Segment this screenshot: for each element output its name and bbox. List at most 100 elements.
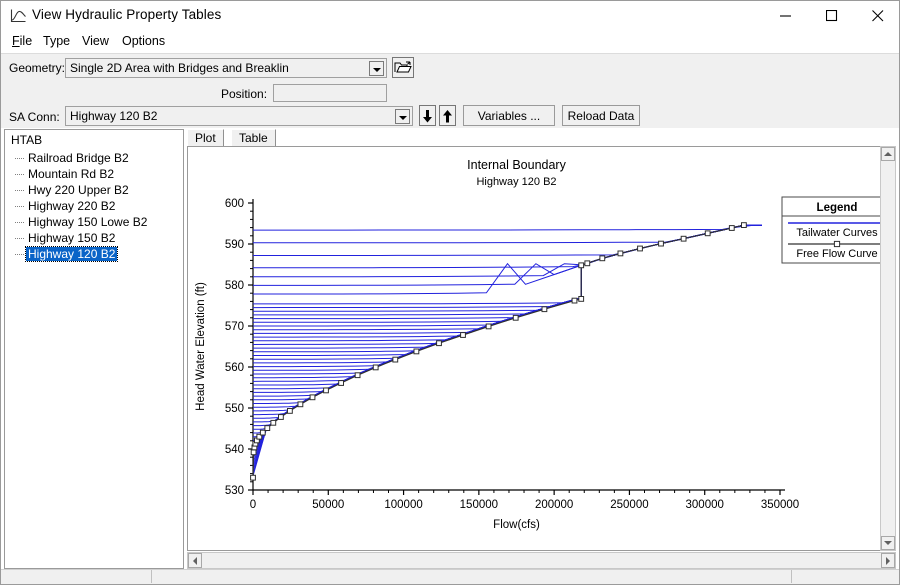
- chevron-down-icon[interactable]: [369, 61, 384, 76]
- free-flow-marker: [392, 356, 399, 363]
- free-flow-marker: [485, 323, 492, 330]
- tailwater-curve: [253, 224, 762, 423]
- tailwater-curve: [252, 224, 762, 474]
- tree-root-label: HTAB: [11, 133, 43, 147]
- scroll-left-button[interactable]: [188, 553, 202, 568]
- free-flow-marker: [541, 306, 548, 313]
- tree-item-label: Mountain Rd B2: [28, 167, 115, 181]
- position-input[interactable]: [273, 84, 387, 102]
- maximize-button[interactable]: [809, 1, 855, 31]
- sa-conn-combobox[interactable]: Highway 120 B2: [65, 106, 413, 126]
- chevron-down-icon[interactable]: [395, 109, 410, 124]
- vertical-scrollbar[interactable]: [880, 146, 896, 551]
- free-flow-marker: [460, 332, 466, 338]
- tree-item-label: Highway 150 Lowe B2: [28, 215, 148, 229]
- legend-label-freeflow: Free Flow Curve: [796, 248, 877, 260]
- tailwater-curve: [252, 224, 762, 471]
- previous-item-button[interactable]: [439, 105, 456, 126]
- x-tick-label: 250000: [610, 499, 648, 511]
- reload-data-button[interactable]: Reload Data: [562, 105, 640, 126]
- free-flow-marker: [599, 255, 606, 262]
- tab-table[interactable]: Table: [231, 129, 276, 146]
- y-tick-label: 570: [225, 321, 244, 333]
- tailwater-curve: [252, 224, 762, 463]
- tailwater-curve: [252, 224, 762, 460]
- free-flow-marker: [287, 408, 293, 414]
- status-bar: [1, 569, 899, 584]
- toolbar: Geometry: Single 2D Area with Bridges an…: [1, 53, 899, 128]
- minimize-button[interactable]: [763, 1, 809, 31]
- tree-connector-icon: [15, 254, 24, 255]
- close-button[interactable]: [855, 1, 900, 31]
- tree-item-label: Highway 120 B2: [24, 246, 119, 262]
- open-geometry-button[interactable]: [392, 57, 414, 78]
- plot-pane: Plot Table Internal Boundary Highway 120 …: [187, 129, 896, 569]
- legend-title: Legend: [817, 202, 858, 214]
- tailwater-curve: [253, 224, 762, 368]
- tree-item-label: Railroad Bridge B2: [28, 151, 129, 165]
- free-flow-marker: [354, 372, 361, 379]
- geometry-label: Geometry:: [9, 61, 66, 75]
- arrow-up-icon: [443, 110, 452, 123]
- geometry-value: Single 2D Area with Bridges and Breaklin: [70, 61, 289, 75]
- chart-curve-icon: [10, 8, 27, 24]
- tailwater-curve: [252, 224, 762, 477]
- free-flow-marker: [264, 425, 271, 432]
- menu-bar: File Type View Options: [1, 31, 899, 53]
- scroll-right-button[interactable]: [881, 553, 895, 568]
- geometry-combobox[interactable]: Single 2D Area with Bridges and Breaklin: [65, 58, 387, 78]
- y-tick-label: 590: [225, 239, 244, 251]
- htab-tree[interactable]: HTAB Railroad Bridge B2 Mountain Rd B2 Hwy…: [4, 129, 184, 569]
- tailwater-curve: [253, 224, 762, 386]
- free-flow-marker: [270, 419, 277, 426]
- x-tick-label: 300000: [686, 499, 724, 511]
- x-axis-label: Flow(cfs): [493, 519, 540, 531]
- chart-subtitle: Highway 120 B2: [476, 176, 556, 188]
- next-item-button[interactable]: [419, 105, 436, 126]
- free-flow-marker: [578, 262, 585, 269]
- free-flow-marker: [512, 314, 519, 321]
- tree-connector-icon: [15, 238, 24, 239]
- variables-button[interactable]: Variables ...: [463, 105, 555, 126]
- tailwater-curve: [253, 224, 762, 434]
- tree-item-label: Highway 150 B2: [28, 231, 116, 245]
- y-tick-label: 580: [225, 280, 244, 292]
- menu-item-type[interactable]: Type: [40, 34, 73, 50]
- free-flow-marker: [413, 348, 420, 355]
- x-tick-label: 200000: [535, 499, 573, 511]
- free-flow-marker: [578, 296, 585, 302]
- free-flow-marker: [250, 474, 256, 481]
- menu-item-options[interactable]: Options: [119, 34, 168, 50]
- tree-item-label: Highway 220 B2: [28, 199, 116, 213]
- tree-connector-icon: [15, 190, 24, 191]
- legend-label-tailwater: Tailwater Curves: [796, 227, 878, 239]
- tree-connector-icon: [15, 158, 24, 159]
- tailwater-curves-group: [252, 224, 762, 477]
- free-flow-marker: [584, 260, 591, 267]
- tab-plot[interactable]: Plot: [187, 129, 224, 146]
- tree-connector-icon: [15, 222, 24, 223]
- scroll-down-button[interactable]: [881, 536, 895, 550]
- status-segment-2: [151, 570, 792, 583]
- free-flow-marker: [680, 235, 687, 242]
- tailwater-curve: [253, 224, 762, 441]
- tree-connector-icon: [15, 206, 24, 207]
- hydraulic-property-tables-window: View Hydraulic Property Tables File Type…: [0, 0, 900, 585]
- x-tick-label: 100000: [384, 499, 422, 511]
- free-flow-marker: [278, 414, 284, 420]
- plot-frame: Internal Boundary Highway 120 B2 530 540 550…: [187, 146, 896, 551]
- horizontal-scrollbar[interactable]: [187, 552, 896, 569]
- window-title: View Hydraulic Property Tables: [32, 7, 222, 22]
- free-flow-marker: [436, 340, 442, 347]
- legend-marker-freeflow: [833, 240, 841, 248]
- menu-item-view[interactable]: View: [79, 34, 112, 50]
- tailwater-curve: [253, 224, 746, 278]
- variables-button-label: Variables ...: [477, 109, 541, 123]
- tailwater-curve: [253, 224, 761, 295]
- scroll-up-button[interactable]: [881, 147, 895, 161]
- free-flow-marker: [571, 297, 578, 304]
- tree-item-label: Hwy 220 Upper B2: [28, 183, 129, 197]
- position-label: Position:: [221, 87, 268, 101]
- tailwater-curve: [252, 224, 762, 456]
- menu-item-file[interactable]: File: [9, 34, 35, 50]
